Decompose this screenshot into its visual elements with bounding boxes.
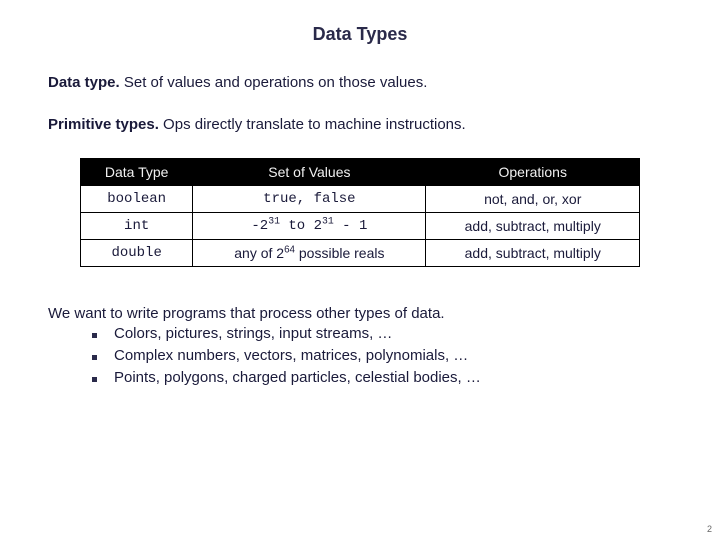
definition-term: Data type. xyxy=(48,74,120,91)
list-item: Points, polygons, charged particles, cel… xyxy=(92,368,672,388)
col-operations: Operations xyxy=(426,158,640,185)
cell-type: boolean xyxy=(81,185,193,212)
table-row: boolean true, false not, and, or, xor xyxy=(81,185,640,212)
primitive-body: Ops directly translate to machine instru… xyxy=(159,116,466,133)
list-item: Colors, pictures, strings, input streams… xyxy=(92,324,672,344)
want-lead: We want to write programs that process o… xyxy=(48,305,672,322)
table-body: boolean true, false not, and, or, xor in… xyxy=(81,185,640,266)
cell-values: true, false xyxy=(193,185,426,212)
table-header-row: Data Type Set of Values Operations xyxy=(81,158,640,185)
want-block: We want to write programs that process o… xyxy=(48,305,672,389)
cell-values: any of 264 possible reals xyxy=(193,239,426,266)
cell-type: double xyxy=(81,239,193,266)
want-list: Colors, pictures, strings, input streams… xyxy=(48,324,672,389)
cell-values: -231 to 231 - 1 xyxy=(193,212,426,239)
table-row: int -231 to 231 - 1 add, subtract, multi… xyxy=(81,212,640,239)
page-number: 2 xyxy=(707,524,712,534)
col-datatype: Data Type xyxy=(81,158,193,185)
types-table: Data Type Set of Values Operations boole… xyxy=(80,158,640,267)
definition-line: Data type. Set of values and operations … xyxy=(48,73,672,93)
table-row: double any of 264 possible reals add, su… xyxy=(81,239,640,266)
slide-title: Data Types xyxy=(48,24,672,45)
cell-ops: not, and, or, xor xyxy=(426,185,640,212)
cell-type: int xyxy=(81,212,193,239)
definition-body: Set of values and operations on those va… xyxy=(120,74,428,91)
list-item: Complex numbers, vectors, matrices, poly… xyxy=(92,346,672,366)
primitive-line: Primitive types. Ops directly translate … xyxy=(48,115,672,135)
slide: Data Types Data type. Set of values and … xyxy=(0,0,720,388)
col-setvalues: Set of Values xyxy=(193,158,426,185)
primitive-term: Primitive types. xyxy=(48,116,159,133)
cell-ops: add, subtract, multiply xyxy=(426,212,640,239)
cell-ops: add, subtract, multiply xyxy=(426,239,640,266)
